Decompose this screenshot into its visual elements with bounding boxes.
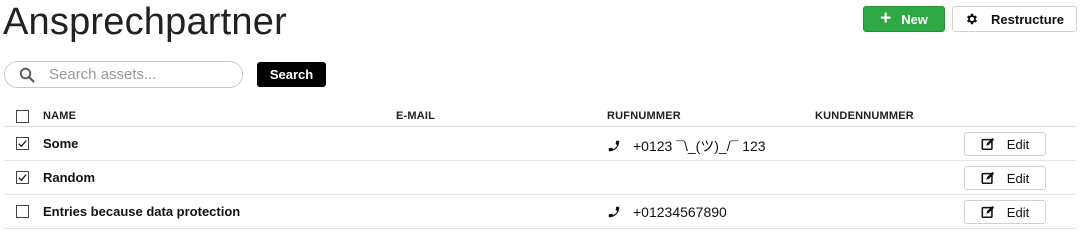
contact-phone: +0123 ¯\_(ツ)_/¯ 123 — [607, 136, 766, 156]
phone-number: +0123 ¯\_(ツ)_/¯ 123 — [633, 138, 766, 154]
edit-icon — [981, 171, 994, 185]
restructure-button[interactable]: Restructure — [952, 6, 1077, 32]
table-row: Some +0123 ¯\_(ツ)_/¯ 123 Edit — [4, 127, 1076, 161]
column-header-phone[interactable]: RUFNUMMER — [607, 110, 681, 122]
edit-button-label: Edit — [1006, 170, 1030, 186]
edit-button[interactable]: Edit — [964, 200, 1046, 224]
restructure-button-label: Restructure — [991, 11, 1064, 27]
table-row: Entries because data protection +0123456… — [4, 195, 1076, 229]
select-all-checkbox[interactable] — [16, 110, 29, 123]
contact-phone: +01234567890 — [607, 204, 727, 220]
check-icon — [18, 140, 27, 148]
edit-button[interactable]: Edit — [964, 166, 1046, 190]
plus-icon: + — [880, 7, 892, 29]
column-header-name[interactable]: NAME — [43, 110, 76, 122]
edit-button-label: Edit — [1006, 204, 1030, 220]
edit-button[interactable]: Edit — [964, 132, 1046, 156]
search-input[interactable] — [49, 66, 229, 83]
phone-icon — [608, 140, 620, 152]
contact-name: Some — [43, 136, 79, 151]
gear-icon — [966, 13, 978, 25]
search-icon — [19, 67, 35, 82]
search-box — [4, 61, 243, 88]
contacts-table: NAME E-MAIL RUFNUMMER KUNDENNUMMER Some … — [4, 106, 1076, 229]
table-header: NAME E-MAIL RUFNUMMER KUNDENNUMMER — [4, 106, 1076, 127]
table-row: Random Edit — [4, 161, 1076, 195]
new-button-label: New — [901, 11, 928, 27]
row-checkbox[interactable] — [16, 137, 29, 150]
new-button[interactable]: + New — [863, 6, 945, 32]
column-header-email[interactable]: E-MAIL — [396, 110, 435, 122]
edit-icon — [981, 205, 994, 219]
row-checkbox[interactable] — [16, 205, 29, 218]
check-icon — [18, 174, 27, 182]
phone-number: +01234567890 — [633, 204, 727, 220]
contact-name: Random — [43, 170, 95, 185]
row-checkbox[interactable] — [16, 171, 29, 184]
edit-button-label: Edit — [1006, 136, 1030, 152]
contact-name: Entries because data protection — [43, 204, 241, 219]
phone-icon — [608, 206, 620, 218]
page-title: Ansprechpartner — [3, 1, 287, 43]
search-button[interactable]: Search — [257, 62, 326, 87]
column-header-customer-number[interactable]: KUNDENNUMMER — [815, 110, 914, 122]
edit-icon — [981, 137, 994, 151]
